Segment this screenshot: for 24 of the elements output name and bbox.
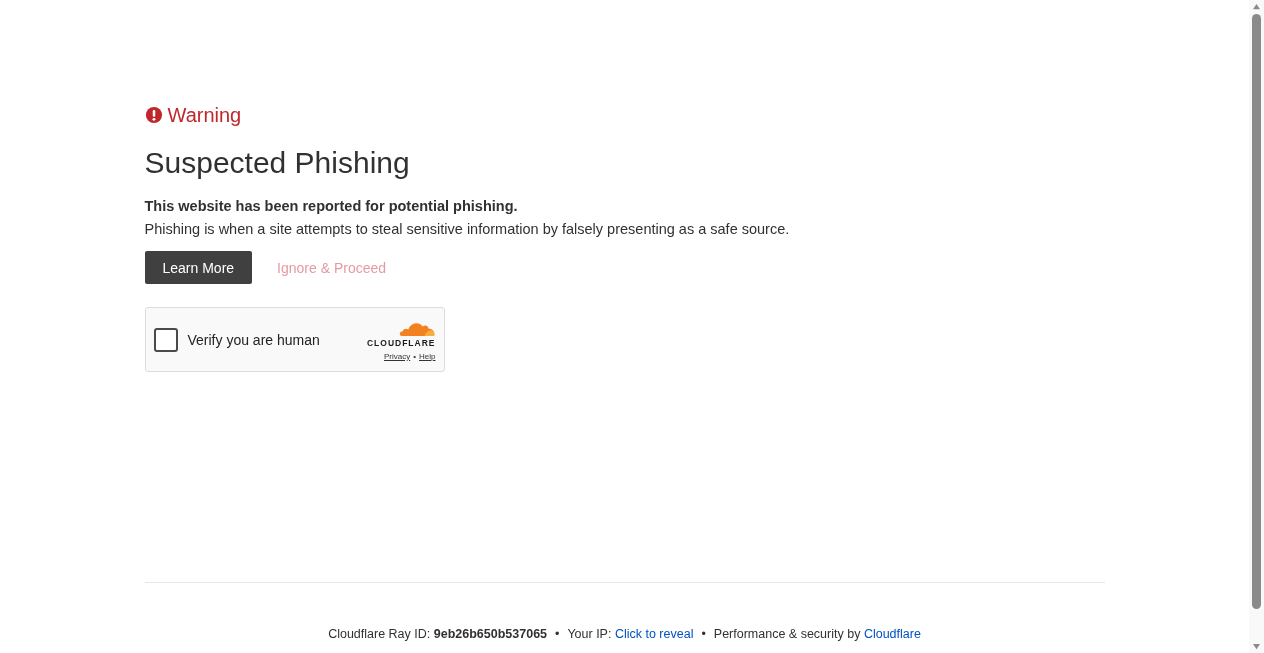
brand-wordmark: CLOUDFLARE xyxy=(366,338,436,348)
lead-text: This website has been reported for potential phishing. xyxy=(144,197,519,215)
learn-more-button[interactable]: Learn More xyxy=(144,251,253,284)
footer-link[interactable]: Cloudflare xyxy=(863,627,921,641)
captcha-label: Verify you are human xyxy=(187,331,321,348)
footer-text: Performance & security by xyxy=(713,627,862,641)
scroll-up-icon[interactable] xyxy=(1252,3,1261,10)
separator-dot: • xyxy=(555,627,560,641)
footer-text: Your IP: xyxy=(567,627,613,641)
ray-id: 9eb26b650b537065 xyxy=(433,627,548,641)
exclamation-icon xyxy=(144,106,163,124)
scroll-down-icon[interactable] xyxy=(1252,643,1261,650)
checkbox[interactable] xyxy=(153,327,178,352)
page-title: Suspected Phishing xyxy=(144,145,411,181)
help-link[interactable]: Help xyxy=(419,352,436,361)
warning-label: Warning xyxy=(167,103,242,127)
privacy-link[interactable]: Privacy xyxy=(384,352,411,361)
scrollbar-thumb[interactable] xyxy=(1252,14,1261,609)
description-text: Phishing is when a site attempts to steal sensitive information by falsely presenting as a safe source. xyxy=(144,220,791,238)
footer-text: Cloudflare Ray ID: xyxy=(328,627,432,641)
separator-dot: • xyxy=(701,627,706,641)
separator-dot: • xyxy=(413,352,417,361)
scrollbar[interactable] xyxy=(1249,0,1264,653)
footer-link[interactable]: Click to reveal xyxy=(614,627,694,641)
